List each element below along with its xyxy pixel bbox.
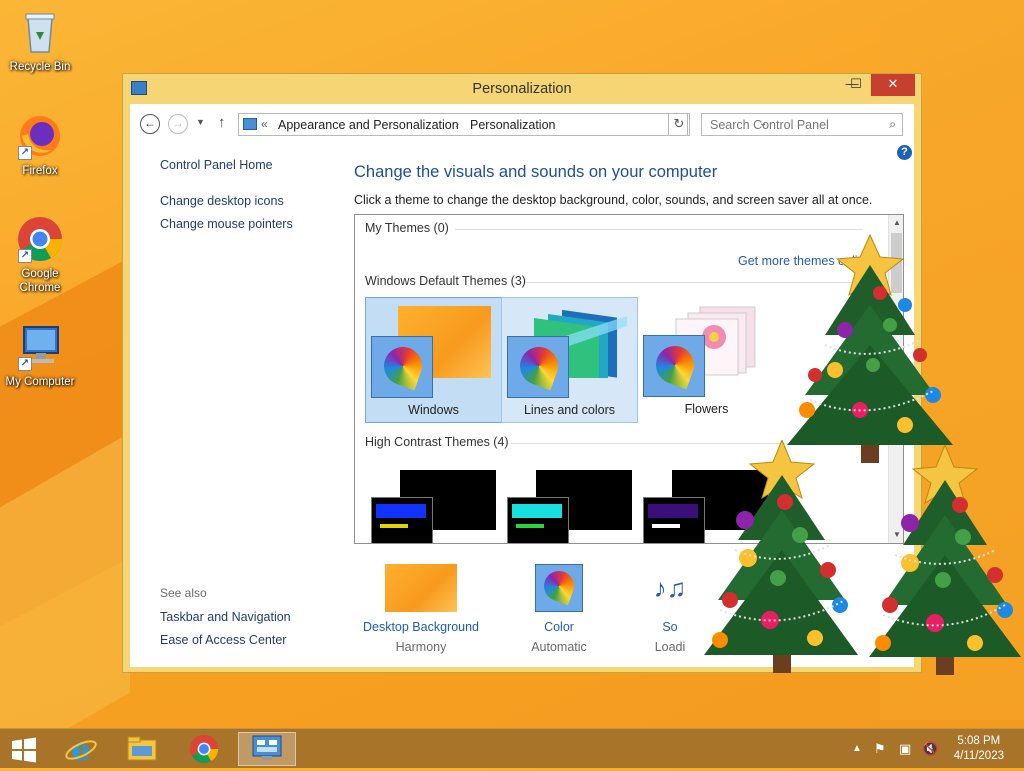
- theme-preview: [371, 497, 433, 543]
- theme-high-contrast-2[interactable]: [503, 470, 633, 543]
- taskbar-navigation-link[interactable]: Taskbar and Navigation: [160, 610, 291, 624]
- windows-start-icon[interactable]: [0, 732, 48, 766]
- search-icon: ⌕: [889, 117, 896, 131]
- color-palette-icon: [535, 564, 583, 612]
- svg-text:e: e: [71, 733, 90, 766]
- desktop-background-value: Harmony: [395, 640, 447, 654]
- shortcut-arrow-icon: ↗: [18, 357, 32, 371]
- theme-name: Flowers: [684, 402, 729, 416]
- up-button[interactable]: ↑: [218, 114, 226, 131]
- desktop-icon-my-computer[interactable]: ↗ My Computer: [0, 323, 80, 389]
- christmas-tree-decoration: [869, 445, 1021, 675]
- firefox-icon: ↗: [16, 112, 64, 160]
- theme-windows[interactable]: Windows: [365, 297, 502, 423]
- breadcrumb-overflow[interactable]: «: [261, 117, 268, 131]
- taskbar: e ▲ ⚑ ▣ 🔇 5:08 PM 4/11/2023: [0, 728, 1024, 768]
- shortcut-arrow-icon: ↗: [18, 249, 32, 263]
- forward-button[interactable]: →: [168, 114, 188, 134]
- back-button[interactable]: ←: [140, 114, 160, 134]
- title-bar[interactable]: Personalization — ☐ ✕: [123, 74, 921, 104]
- search-box[interactable]: ⌕: [701, 113, 903, 136]
- file-explorer-icon[interactable]: [118, 732, 166, 766]
- desktop-background-setting[interactable]: Desktop Background Harmony: [356, 564, 486, 654]
- clock[interactable]: 5:08 PM 4/11/2023: [954, 734, 1004, 764]
- color-palette-icon: [507, 336, 569, 398]
- color-setting[interactable]: Color Automatic: [494, 564, 624, 654]
- theme-name: Windows: [408, 403, 459, 417]
- computer-icon: ↗: [16, 323, 64, 371]
- control-panel-icon: [243, 118, 257, 130]
- theme-name: Lines and colors: [523, 403, 616, 417]
- see-also-heading: See also: [160, 586, 207, 600]
- recycle-bin-icon: [16, 8, 64, 56]
- control-panel-home-link[interactable]: Control Panel Home: [160, 158, 273, 172]
- help-icon[interactable]: ?: [897, 145, 912, 160]
- color-palette-icon: [643, 335, 705, 397]
- color-palette-icon: [371, 336, 433, 398]
- desktop-icon-recycle-bin[interactable]: Recycle Bin: [0, 8, 80, 74]
- show-hidden-icons-button[interactable]: ▲: [852, 743, 862, 754]
- clock-time: 5:08 PM: [957, 735, 1001, 747]
- christmas-tree-decoration: [704, 440, 858, 673]
- window-title: Personalization: [472, 81, 572, 97]
- shortcut-arrow-icon: ↗: [18, 146, 32, 160]
- page-heading: Change the visuals and sounds on your co…: [354, 163, 718, 181]
- page-description: Click a theme to change the desktop back…: [354, 193, 873, 207]
- refresh-button[interactable]: ↻: [668, 113, 690, 136]
- christmas-tree-decoration: [787, 233, 953, 463]
- flag-icon[interactable]: ⚑: [874, 741, 886, 757]
- volume-muted-icon[interactable]: 🔇: [922, 741, 938, 757]
- chrome-icon[interactable]: [180, 732, 228, 766]
- desktop-icon-label: My Computer: [5, 376, 75, 388]
- desktop-background-link[interactable]: Desktop Background: [356, 620, 486, 634]
- theme-preview: [507, 497, 569, 543]
- default-themes-heading: Windows Default Themes (3): [365, 274, 526, 288]
- close-button[interactable]: ✕: [871, 74, 915, 96]
- desktop-background-thumbnail: [385, 564, 457, 612]
- theme-high-contrast-1[interactable]: [367, 470, 497, 543]
- network-icon[interactable]: ▣: [899, 741, 911, 757]
- ease-of-access-link[interactable]: Ease of Access Center: [160, 633, 286, 647]
- desktop-icon-label: Recycle Bin: [9, 61, 71, 73]
- high-contrast-heading: High Contrast Themes (4): [365, 435, 509, 449]
- search-input[interactable]: [708, 115, 878, 135]
- desktop-icon-chrome[interactable]: ↗ Google Chrome: [0, 215, 80, 295]
- clock-date: 4/11/2023: [953, 750, 1004, 762]
- desktop-icon-label: Google Chrome: [19, 268, 61, 294]
- breadcrumb-separator[interactable]: ›: [455, 117, 459, 131]
- color-link[interactable]: Color: [494, 620, 624, 634]
- color-value: Automatic: [531, 640, 587, 654]
- internet-explorer-icon[interactable]: e: [57, 732, 105, 768]
- my-themes-heading: My Themes (0): [365, 221, 449, 235]
- recent-locations-button[interactable]: ▼: [196, 117, 205, 127]
- maximize-button[interactable]: ☐: [843, 74, 869, 96]
- change-mouse-pointers-link[interactable]: Change mouse pointers: [160, 217, 293, 231]
- control-panel-icon[interactable]: [238, 732, 296, 766]
- desktop-icon-firefox[interactable]: ↗ Firefox: [0, 112, 80, 178]
- change-desktop-icons-link[interactable]: Change desktop icons: [160, 194, 284, 208]
- chrome-icon: ↗: [16, 215, 64, 263]
- address-bar[interactable]: « Appearance and Personalization › Perso…: [238, 113, 767, 136]
- breadcrumb-appearance[interactable]: Appearance and Personalization: [278, 118, 459, 132]
- theme-flowers[interactable]: Flowers: [638, 297, 775, 423]
- desktop-icon-label: Firefox: [22, 165, 58, 177]
- theme-lines-and-colors[interactable]: Lines and colors: [501, 297, 638, 423]
- breadcrumb-personalization[interactable]: Personalization: [470, 118, 555, 132]
